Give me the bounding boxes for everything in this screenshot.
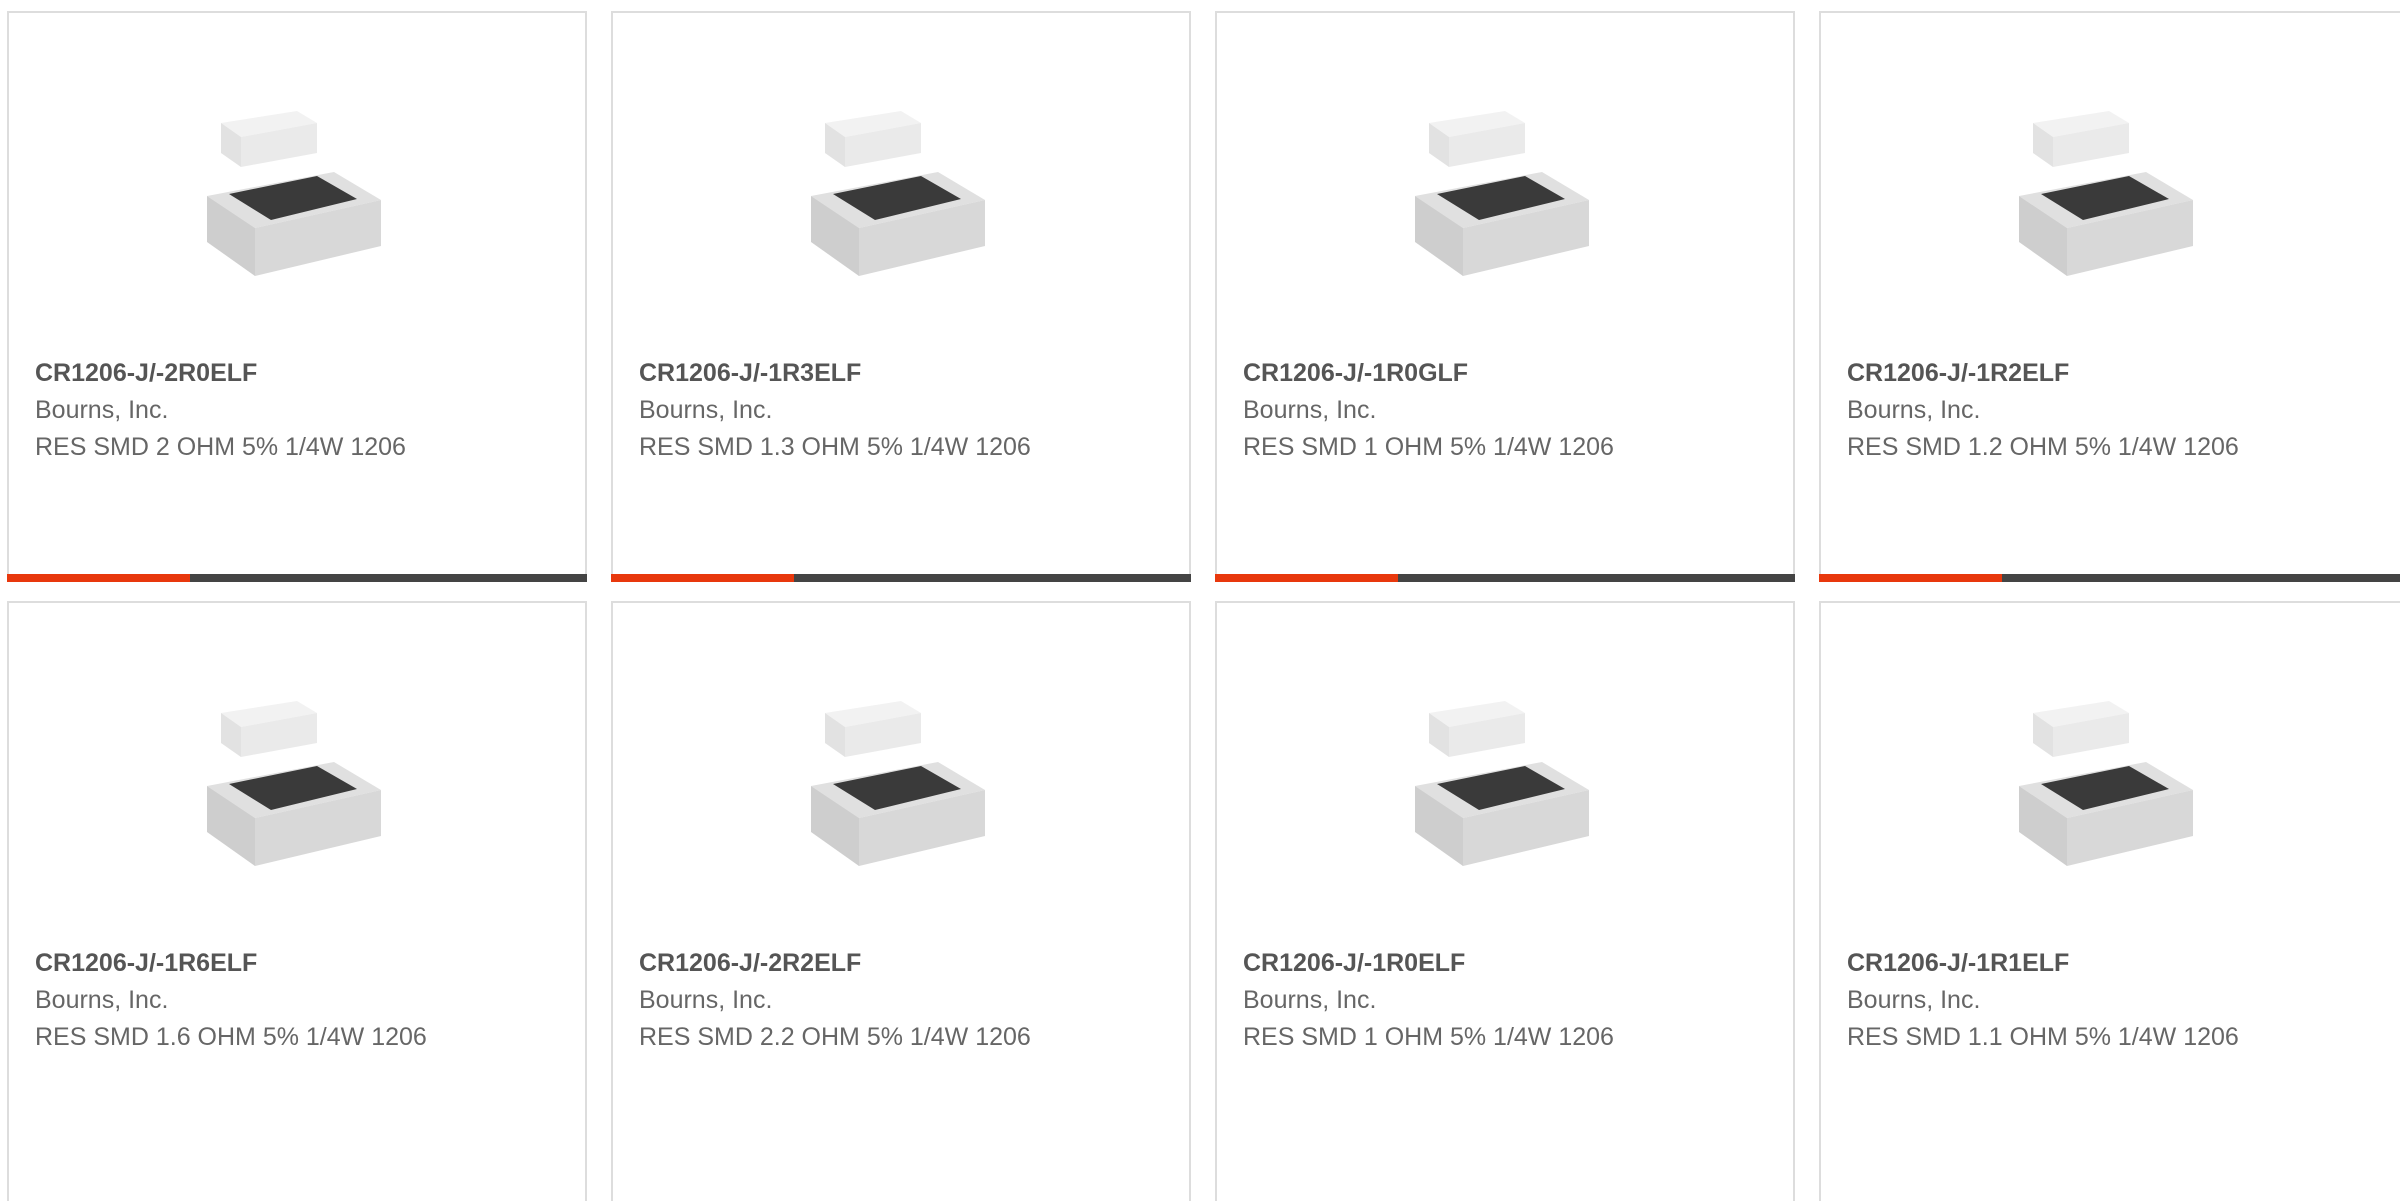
- product-description: RES SMD 1.3 OHM 5% 1/4W 1206: [639, 433, 1031, 461]
- manufacturer: Bourns, Inc.: [35, 986, 169, 1014]
- card-accent-bar: [1819, 574, 2002, 582]
- product-description: RES SMD 2.2 OHM 5% 1/4W 1206: [639, 1023, 1031, 1051]
- card-bottom-bar: [1215, 574, 1795, 582]
- manufacturer: Bourns, Inc.: [639, 396, 773, 424]
- product-description: RES SMD 1 OHM 5% 1/4W 1206: [1243, 433, 1614, 461]
- part-number[interactable]: CR1206-J/-1R0ELF: [1243, 945, 1643, 982]
- manufacturer: Bourns, Inc.: [1847, 396, 1981, 424]
- card-accent-bar: [611, 574, 794, 582]
- manufacturer: Bourns, Inc.: [1847, 986, 1981, 1014]
- part-number[interactable]: CR1206-J/-1R3ELF: [639, 355, 1039, 392]
- product-description: RES SMD 2 OHM 5% 1/4W 1206: [35, 433, 406, 461]
- chip-resistor-icon: [2011, 676, 2211, 876]
- card-bottom-bar: [611, 574, 1191, 582]
- part-number[interactable]: CR1206-J/-2R2ELF: [639, 945, 1039, 982]
- chip-resistor-icon: [199, 86, 399, 286]
- product-description: RES SMD 1.6 OHM 5% 1/4W 1206: [35, 1023, 427, 1051]
- card-bottom-bar: [1819, 574, 2400, 582]
- chip-resistor-icon: [803, 86, 1003, 286]
- manufacturer: Bourns, Inc.: [1243, 396, 1377, 424]
- product-description: RES SMD 1 OHM 5% 1/4W 1206: [1243, 1023, 1614, 1051]
- part-number[interactable]: CR1206-J/-2R0ELF: [35, 355, 435, 392]
- manufacturer: Bourns, Inc.: [1243, 986, 1377, 1014]
- part-number[interactable]: CR1206-J/-1R6ELF: [35, 945, 435, 982]
- product-card[interactable]: CR1206-J/-1R2ELF Bourns, Inc. RES SMD 1.…: [1819, 11, 2400, 582]
- chip-resistor-icon: [803, 676, 1003, 876]
- chip-resistor-icon: [199, 676, 399, 876]
- product-card[interactable]: CR1206-J/-1R3ELF Bourns, Inc. RES SMD 1.…: [611, 11, 1191, 582]
- product-card[interactable]: CR1206-J/-2R2ELF Bourns, Inc. RES SMD 2.…: [611, 601, 1191, 1201]
- chip-resistor-icon: [2011, 86, 2211, 286]
- product-card[interactable]: CR1206-J/-1R0GLF Bourns, Inc. RES SMD 1 …: [1215, 11, 1795, 582]
- product-card[interactable]: CR1206-J/-1R6ELF Bourns, Inc. RES SMD 1.…: [7, 601, 587, 1201]
- part-number[interactable]: CR1206-J/-1R2ELF: [1847, 355, 2247, 392]
- product-description: RES SMD 1.2 OHM 5% 1/4W 1206: [1847, 433, 2239, 461]
- manufacturer: Bourns, Inc.: [35, 396, 169, 424]
- product-description: RES SMD 1.1 OHM 5% 1/4W 1206: [1847, 1023, 2239, 1051]
- product-card[interactable]: CR1206-J/-1R0ELF Bourns, Inc. RES SMD 1 …: [1215, 601, 1795, 1201]
- card-accent-bar: [1215, 574, 1398, 582]
- card-accent-bar: [7, 574, 190, 582]
- product-card[interactable]: CR1206-J/-2R0ELF Bourns, Inc. RES SMD 2 …: [7, 11, 587, 582]
- product-card[interactable]: CR1206-J/-1R1ELF Bourns, Inc. RES SMD 1.…: [1819, 601, 2400, 1201]
- card-bottom-bar: [7, 574, 587, 582]
- product-grid: CR1206-J/-2R0ELF Bourns, Inc. RES SMD 2 …: [0, 0, 2400, 1201]
- chip-resistor-icon: [1407, 676, 1607, 876]
- part-number[interactable]: CR1206-J/-1R1ELF: [1847, 945, 2247, 982]
- part-number[interactable]: CR1206-J/-1R0GLF: [1243, 355, 1643, 392]
- chip-resistor-icon: [1407, 86, 1607, 286]
- manufacturer: Bourns, Inc.: [639, 986, 773, 1014]
